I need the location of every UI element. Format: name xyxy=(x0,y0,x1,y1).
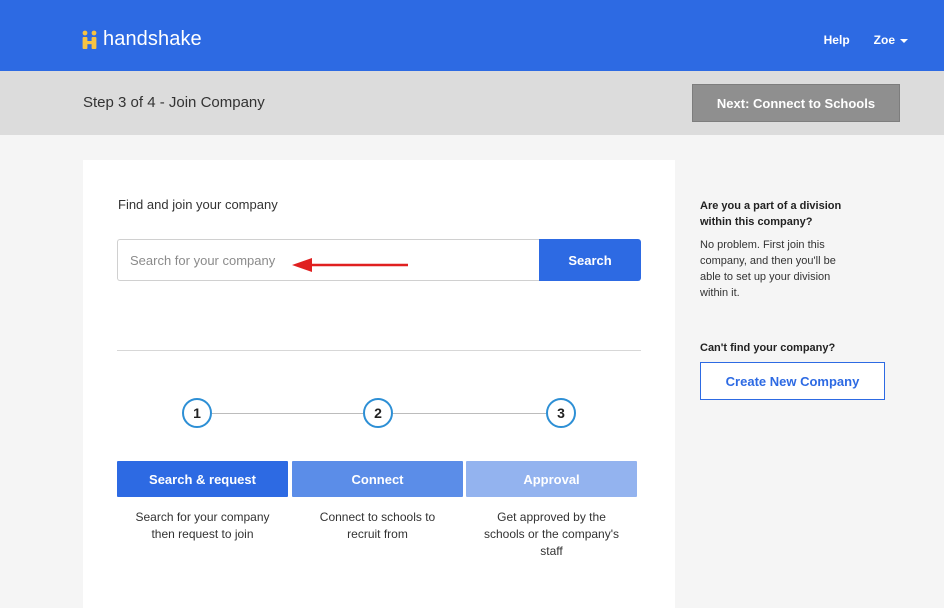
brand-name: handshake xyxy=(103,28,202,50)
user-name: Zoe xyxy=(873,33,895,47)
division-answer: No problem. First join this company, and… xyxy=(700,239,836,299)
phase-search-request: Search & request xyxy=(117,461,288,497)
handshake-logo-icon xyxy=(81,30,99,50)
step-number-2: 2 xyxy=(363,398,393,428)
page-title: Step 3 of 4 - Join Company xyxy=(83,94,265,111)
division-question: Are you a part of a division within this… xyxy=(700,200,842,228)
step-number-1: 1 xyxy=(182,398,212,428)
step-number-3: 3 xyxy=(546,398,576,428)
cant-find-company-label: Can't find your company? xyxy=(700,342,836,354)
phase-connect: Connect xyxy=(292,461,463,497)
search-button[interactable]: Search xyxy=(539,239,641,281)
brand-logo[interactable]: handshake xyxy=(81,28,202,51)
user-menu[interactable]: Zoe xyxy=(874,33,908,47)
phase-approval: Approval xyxy=(466,461,637,497)
step-connector-line xyxy=(212,413,363,414)
top-nav-bar: handshake Help Zoe xyxy=(0,0,944,71)
section-divider xyxy=(117,350,641,351)
phase-description-3: Get approved by the schools or the compa… xyxy=(483,510,620,558)
top-right-nav: Help Zoe xyxy=(824,33,908,47)
phase-description-2: Connect to schools to recruit from xyxy=(319,510,436,541)
chevron-down-icon xyxy=(900,38,908,43)
find-company-label: Find and join your company xyxy=(118,197,278,212)
next-connect-schools-button[interactable]: Next: Connect to Schools xyxy=(692,84,900,122)
annotation-arrow-icon xyxy=(292,258,408,272)
create-new-company-button[interactable]: Create New Company xyxy=(700,362,885,400)
phase-description-1: Search for your company then request to … xyxy=(135,510,270,541)
help-link[interactable]: Help xyxy=(824,33,850,47)
step-connector-line xyxy=(393,413,546,414)
